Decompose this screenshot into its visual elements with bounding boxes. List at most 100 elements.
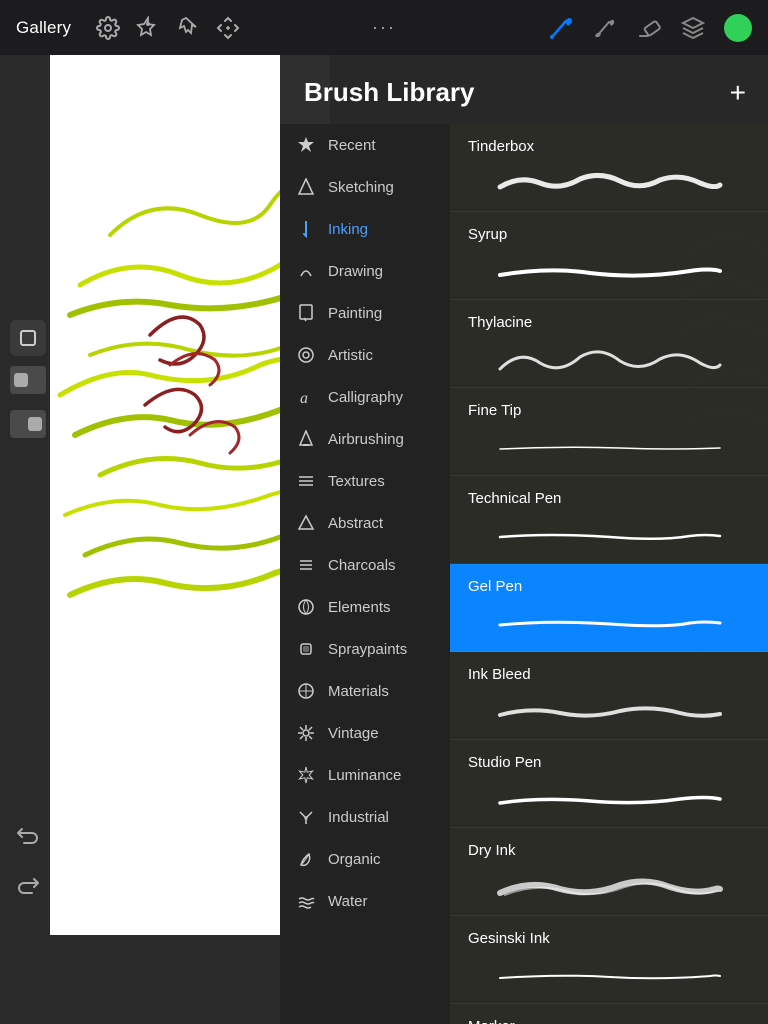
brush-tool-icon[interactable] (548, 15, 574, 41)
brush-item-tinderbox[interactable]: Tinderbox (450, 124, 768, 212)
brush-item-thylacine[interactable]: Thylacine (450, 300, 768, 388)
brush-preview-syrup (468, 251, 752, 291)
category-label-elements: Elements (328, 599, 391, 616)
brush-preview-tinderbox (468, 163, 752, 203)
category-item-luminance[interactable]: Luminance (280, 754, 450, 796)
brush-preview-gesinski-ink (468, 955, 752, 995)
category-item-painting[interactable]: Painting (280, 292, 450, 334)
brush-name-ink-bleed: Ink Bleed (468, 666, 752, 683)
category-icon-drawing (296, 261, 316, 281)
category-icon-luminance (296, 765, 316, 785)
category-label-materials: Materials (328, 683, 389, 700)
category-icon-artistic (296, 345, 316, 365)
category-item-organic[interactable]: Organic (280, 838, 450, 880)
brush-preview-thylacine (468, 339, 752, 379)
gallery-button[interactable]: Gallery (16, 18, 71, 38)
brush-item-technical-pen[interactable]: Technical Pen (450, 476, 768, 564)
brush-name-gesinski-ink: Gesinski Ink (468, 930, 752, 947)
opacity-slider[interactable] (10, 366, 46, 394)
settings-icon[interactable] (95, 15, 121, 41)
canvas-square-button[interactable] (10, 320, 46, 356)
category-label-abstract: Abstract (328, 515, 383, 532)
category-icon-recent (296, 135, 316, 155)
category-item-calligraphy[interactable]: a Calligraphy (280, 376, 450, 418)
category-item-textures[interactable]: Textures (280, 460, 450, 502)
undo-button[interactable] (10, 818, 46, 854)
brush-item-fine-tip[interactable]: Fine Tip (450, 388, 768, 476)
category-icon-spraypaints (296, 639, 316, 659)
brush-item-syrup[interactable]: Syrup (450, 212, 768, 300)
category-icon-industrial (296, 807, 316, 827)
category-icon-vintage (296, 723, 316, 743)
category-icon-water (296, 891, 316, 911)
category-item-inking[interactable]: Inking (280, 208, 450, 250)
layers-icon[interactable] (680, 15, 706, 41)
modify-icon[interactable] (135, 15, 161, 41)
category-item-materials[interactable]: Materials (280, 670, 450, 712)
brush-item-ink-bleed[interactable]: Ink Bleed (450, 652, 768, 740)
toolbar-center: ··· (372, 17, 396, 38)
category-item-vintage[interactable]: Vintage (280, 712, 450, 754)
brush-name-thylacine: Thylacine (468, 314, 752, 331)
category-icon-sketching (296, 177, 316, 197)
category-item-elements[interactable]: Elements (280, 586, 450, 628)
categories-panel: Recent Sketching Inking Drawing PaintingArti… (280, 124, 450, 1024)
add-brush-button[interactable]: + (730, 79, 746, 107)
brush-item-marker[interactable]: Marker (450, 1004, 768, 1024)
redo-button[interactable] (10, 868, 46, 904)
category-icon-organic (296, 849, 316, 869)
eraser-tool-icon[interactable] (636, 15, 662, 41)
category-item-sketching[interactable]: Sketching (280, 166, 450, 208)
brush-name-studio-pen: Studio Pen (468, 754, 752, 771)
brush-library-panel: Brush Library + Recent Sketching Inking Dra… (280, 55, 768, 1024)
brush-name-fine-tip: Fine Tip (468, 402, 752, 419)
category-label-recent: Recent (328, 137, 376, 154)
brush-name-marker: Marker (468, 1018, 752, 1024)
brush-name-syrup: Syrup (468, 226, 752, 243)
top-toolbar: Gallery (0, 0, 768, 55)
category-item-charcoals[interactable]: Charcoals (280, 544, 450, 586)
brush-library-title: Brush Library (304, 77, 475, 108)
brush-preview-ink-bleed (468, 691, 752, 731)
brush-preview-technical-pen (468, 515, 752, 555)
category-item-abstract[interactable]: Abstract (280, 502, 450, 544)
color-picker-button[interactable] (724, 14, 752, 42)
brush-item-studio-pen[interactable]: Studio Pen (450, 740, 768, 828)
toolbar-icons-left (95, 15, 241, 41)
toolbar-left: Gallery (16, 15, 241, 41)
category-item-industrial[interactable]: Industrial (280, 796, 450, 838)
category-label-industrial: Industrial (328, 809, 389, 826)
brush-library-content: Recent Sketching Inking Drawing PaintingArti… (280, 124, 768, 1024)
smudge-tool-icon[interactable] (592, 15, 618, 41)
category-label-vintage: Vintage (328, 725, 379, 742)
brush-item-dry-ink[interactable]: Dry Ink (450, 828, 768, 916)
category-icon-abstract (296, 513, 316, 533)
brush-item-gel-pen[interactable]: Gel Pen (450, 564, 768, 652)
brush-item-gesinski-ink[interactable]: Gesinski Ink (450, 916, 768, 1004)
category-label-drawing: Drawing (328, 263, 383, 280)
category-item-airbrushing[interactable]: Airbrushing (280, 418, 450, 460)
category-item-recent[interactable]: Recent (280, 124, 450, 166)
category-item-spraypaints[interactable]: Spraypaints (280, 628, 450, 670)
category-item-artistic[interactable]: Artistic (280, 334, 450, 376)
brush-name-technical-pen: Technical Pen (468, 490, 752, 507)
category-label-organic: Organic (328, 851, 381, 868)
category-label-textures: Textures (328, 473, 385, 490)
brush-library-header: Brush Library + (280, 55, 768, 124)
transform-icon[interactable] (215, 15, 241, 41)
brush-name-dry-ink: Dry Ink (468, 842, 752, 859)
brush-preview-dry-ink (468, 867, 752, 907)
category-item-water[interactable]: Water (280, 880, 450, 922)
category-label-calligraphy: Calligraphy (328, 389, 403, 406)
more-options-button[interactable]: ··· (372, 17, 396, 37)
category-icon-calligraphy: a (296, 387, 316, 407)
svg-text:a: a (300, 390, 308, 406)
brush-preview-studio-pen (468, 779, 752, 819)
category-item-drawing[interactable]: Drawing (280, 250, 450, 292)
size-slider[interactable] (10, 410, 46, 438)
category-icon-inking (296, 219, 316, 239)
brush-preview-gel-pen (468, 603, 752, 643)
left-sidebar (10, 320, 46, 438)
category-label-sketching: Sketching (328, 179, 394, 196)
selection-icon[interactable] (175, 15, 201, 41)
